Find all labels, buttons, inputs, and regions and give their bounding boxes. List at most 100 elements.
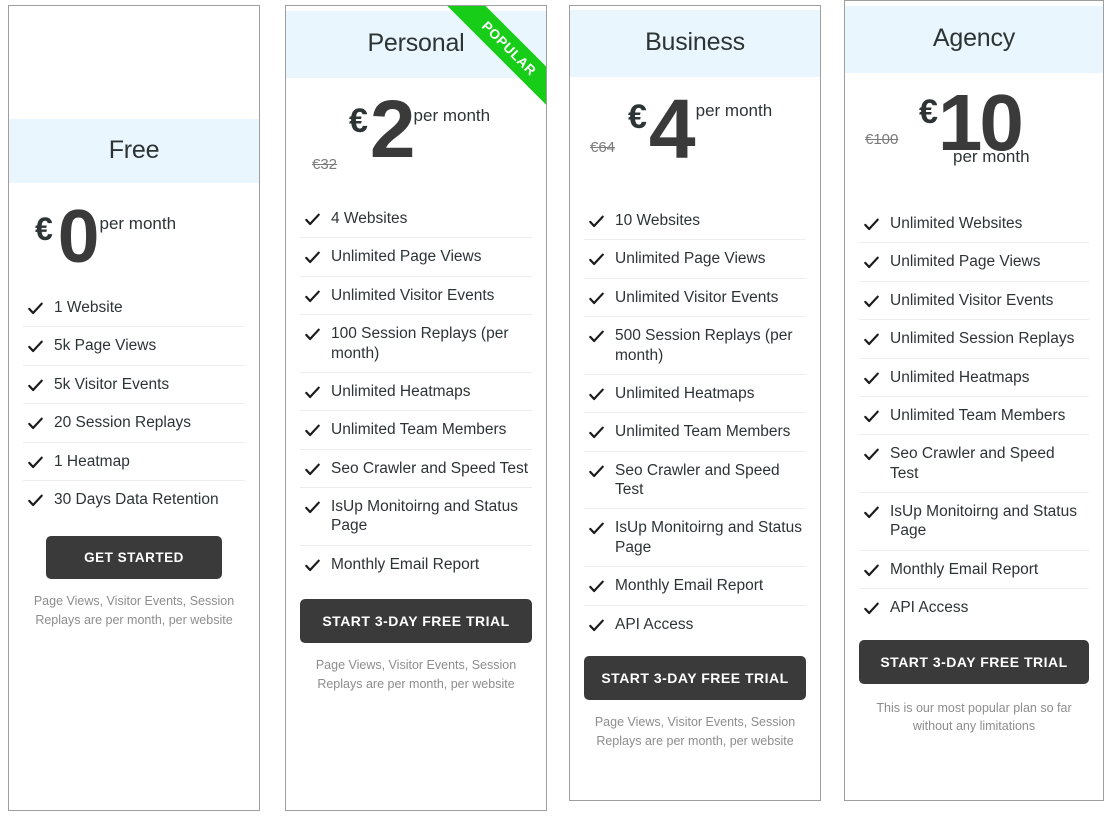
- feature-item: IsUp Monitoirng and Status Page: [859, 493, 1089, 551]
- checkmark-icon: [588, 251, 605, 268]
- feature-item: IsUp Monitoirng and Status Page: [584, 509, 806, 568]
- plan-note-free: Page Views, Visitor Events, Session Repl…: [33, 594, 235, 627]
- old-price: €32: [312, 156, 338, 173]
- feature-label: 100 Session Replays (per month): [331, 325, 509, 362]
- feature-item: Seo Crawler and Speed Test: [300, 450, 532, 488]
- cta-wrap: START 3-DAY FREE TRIAL: [845, 627, 1103, 684]
- feature-item: Seo Crawler and Speed Test: [859, 435, 1089, 493]
- cta-wrap: START 3-DAY FREE TRIAL: [286, 583, 546, 644]
- feature-item: Unlimited Heatmaps: [584, 375, 806, 414]
- checkmark-icon: [588, 578, 605, 595]
- cta-button-free[interactable]: GET STARTED: [46, 536, 222, 580]
- feature-label: IsUp Monitoirng and Status Page: [331, 498, 518, 535]
- old-price: €64: [590, 139, 616, 156]
- feature-item: API Access: [584, 606, 806, 643]
- feature-label: Monthly Email Report: [890, 560, 1039, 578]
- checkmark-icon: [304, 249, 321, 266]
- checkmark-icon: [27, 492, 44, 509]
- feature-label: Unlimited Page Views: [331, 248, 482, 266]
- checkmark-icon: [588, 213, 605, 230]
- feature-label: IsUp Monitoirng and Status Page: [615, 519, 802, 556]
- feature-label: 30 Days Data Retention: [54, 490, 219, 508]
- pricing-card-personal[interactable]: POPULAR Personal € 2 per month €32 4 Web…: [285, 5, 547, 811]
- checkmark-icon: [588, 328, 605, 345]
- feature-label: 1 Website: [54, 299, 123, 316]
- feature-label: IsUp Monitoirng and Status Page: [890, 503, 1077, 540]
- cta-wrap: GET STARTED: [9, 518, 259, 580]
- feature-label: Unlimited Heatmaps: [890, 368, 1030, 386]
- pricing-card-agency[interactable]: Agency € 10 per month €100 Unlimited Web…: [844, 0, 1104, 801]
- feature-label: Unlimited Visitor Events: [331, 286, 495, 304]
- feature-item: IsUp Monitoirng and Status Page: [300, 488, 532, 546]
- feature-item: 20 Session Replays: [23, 404, 245, 443]
- plan-title-agency: Agency: [845, 6, 1103, 73]
- feature-label: Unlimited Visitor Events: [890, 291, 1054, 309]
- feature-label: 4 Websites: [331, 210, 408, 227]
- feature-item: Monthly Email Report: [584, 567, 806, 606]
- feature-label: Unlimited Session Replays: [890, 330, 1075, 348]
- feature-label: Seo Crawler and Speed Test: [331, 459, 529, 477]
- feature-item: Unlimited Visitor Events: [859, 282, 1089, 321]
- feature-label: Seo Crawler and Speed Test: [615, 461, 780, 498]
- currency-symbol: €: [349, 102, 368, 140]
- feature-item: Monthly Email Report: [859, 551, 1089, 590]
- checkmark-icon: [304, 211, 321, 228]
- price-amount: 0: [57, 194, 100, 278]
- price-block-free: € 0 per month: [9, 183, 259, 289]
- checkmark-icon: [863, 446, 880, 463]
- pricing-card-business[interactable]: Business € 4 per month €64 10 Websites Un…: [569, 5, 821, 801]
- feature-label: 5k Visitor Events: [54, 375, 170, 393]
- cta-wrap: START 3-DAY FREE TRIAL: [570, 643, 820, 700]
- feature-list-free: 1 Website 5k Page Views 5k Visitor Events 2…: [9, 289, 259, 518]
- card-top-spacer: [9, 6, 259, 119]
- feature-label: 1 Heatmap: [54, 452, 130, 470]
- feature-label: Monthly Email Report: [615, 577, 764, 595]
- checkmark-icon: [863, 216, 880, 233]
- cta-button-personal[interactable]: START 3-DAY FREE TRIAL: [300, 599, 532, 644]
- checkmark-icon: [27, 377, 44, 394]
- cta-button-agency[interactable]: START 3-DAY FREE TRIAL: [859, 639, 1089, 684]
- feature-label: Unlimited Page Views: [890, 253, 1041, 271]
- checkmark-icon: [588, 617, 605, 634]
- checkmark-icon: [304, 326, 321, 343]
- feature-label: Unlimited Team Members: [890, 406, 1066, 424]
- pricing-card-free[interactable]: Free € 0 per month 1 Website 5k Page View…: [8, 5, 260, 811]
- feature-item: Seo Crawler and Speed Test: [584, 452, 806, 510]
- feature-item: Unlimited Team Members: [584, 413, 806, 452]
- checkmark-icon: [304, 288, 321, 305]
- checkmark-icon: [304, 557, 321, 574]
- currency-symbol: €: [628, 98, 647, 136]
- feature-item: Unlimited Visitor Events: [300, 277, 532, 316]
- feature-item: 5k Page Views: [23, 327, 245, 366]
- checkmark-icon: [304, 499, 321, 516]
- checkmark-icon: [863, 370, 880, 387]
- feature-label: Unlimited Visitor Events: [615, 288, 779, 306]
- feature-label: Unlimited Page Views: [615, 250, 766, 268]
- feature-label: API Access: [615, 615, 694, 633]
- feature-list-business: 10 Websites Unlimited Page Views Unlimited…: [570, 202, 820, 643]
- feature-item: Unlimited Page Views: [300, 238, 532, 277]
- price-period: per month: [413, 106, 491, 125]
- feature-label: Unlimited Heatmaps: [331, 382, 471, 400]
- cta-button-business[interactable]: START 3-DAY FREE TRIAL: [584, 655, 806, 700]
- feature-label: Seo Crawler and Speed Test: [890, 445, 1055, 482]
- price-period: per month: [695, 101, 773, 120]
- plan-note-business: Page Views, Visitor Events, Session Repl…: [594, 714, 796, 748]
- checkmark-icon: [27, 338, 44, 355]
- checkmark-icon: [588, 386, 605, 403]
- checkmark-icon: [588, 424, 605, 441]
- feature-item: Unlimited Heatmaps: [859, 359, 1089, 397]
- feature-label: Unlimited Team Members: [331, 421, 507, 439]
- plan-title-free: Free: [9, 119, 259, 183]
- feature-label: Unlimited Websites: [890, 215, 1023, 232]
- feature-item: 4 Websites: [300, 200, 532, 239]
- feature-label: Unlimited Heatmaps: [615, 384, 755, 402]
- feature-item: Monthly Email Report: [300, 546, 532, 583]
- feature-item: Unlimited Team Members: [300, 411, 532, 450]
- checkmark-icon: [863, 408, 880, 425]
- checkmark-icon: [588, 290, 605, 307]
- price-row: € 4 per month: [628, 87, 773, 171]
- feature-item: 1 Website: [23, 289, 245, 328]
- feature-label: Unlimited Team Members: [615, 423, 791, 441]
- checkmark-icon: [27, 300, 44, 317]
